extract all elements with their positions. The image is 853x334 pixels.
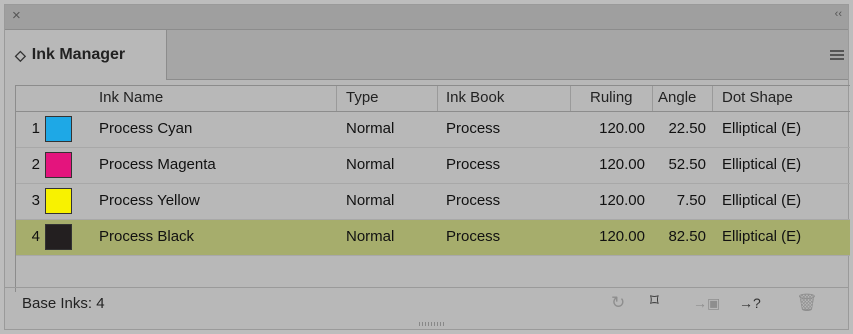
ink-name: Process Cyan — [99, 120, 193, 137]
ink-book: Process — [446, 120, 501, 137]
row-number: 4 — [31, 228, 40, 245]
ink-ruling: 120.00 — [599, 156, 645, 173]
base-inks-label: Base Inks: 4 — [22, 295, 105, 312]
table-row[interactable]: 1 Process Cyan Normal Process 120.00 22.50 Ell… — [16, 112, 850, 148]
tab-label: Ink Manager — [31, 46, 126, 63]
dot-shape: Elliptical (E) — [722, 228, 802, 245]
ink-type: Normal — [346, 192, 395, 209]
ink-name: Process Black — [99, 228, 195, 245]
ink-table: Ink Name Type Ink Book Ruling Angle Dot … — [15, 85, 850, 292]
panel-titlebar: × ‹‹ — [5, 5, 848, 30]
move-to-ink-icon[interactable]: →▣ — [693, 295, 720, 312]
artboard-icon[interactable]: ⌑ — [650, 291, 659, 311]
col-angle[interactable]: Angle — [658, 89, 696, 106]
row-number: 2 — [31, 156, 40, 173]
panel-footer: Base Inks: 4 ↻ ⌑ →▣ →? 🗑 — [5, 287, 848, 320]
col-ink-name[interactable]: Ink Name — [99, 89, 163, 106]
ink-name: Process Yellow — [99, 192, 200, 209]
ink-angle: 7.50 — [676, 192, 706, 209]
panel-menu-icon[interactable] — [830, 50, 844, 62]
unknown-ink-icon[interactable]: →? — [739, 295, 761, 311]
ink-ruling: 120.00 — [599, 120, 645, 137]
ink-swatch — [45, 224, 72, 250]
ink-swatch — [45, 188, 72, 214]
ink-book: Process — [446, 156, 501, 173]
ink-ruling: 120.00 — [599, 228, 645, 245]
ink-name: Process Magenta — [99, 156, 216, 173]
ink-swatch — [45, 116, 72, 142]
resize-grip[interactable] — [5, 319, 848, 329]
ink-book: Process — [446, 192, 501, 209]
table-row[interactable]: 2 Process Magenta Normal Process 120.00 52.50… — [16, 148, 850, 184]
tab-ink-manager[interactable]: ◇ Ink Manager — [5, 30, 167, 80]
dot-shape: Elliptical (E) — [722, 192, 802, 209]
col-type[interactable]: Type — [346, 89, 379, 106]
close-icon[interactable]: × — [12, 7, 21, 24]
dot-shape: Elliptical (E) — [722, 156, 802, 173]
ink-manager-panel: × ‹‹ ◇ Ink Manager Ink Name Type Ink Boo… — [4, 4, 850, 330]
ink-type: Normal — [346, 120, 395, 137]
ink-angle: 22.50 — [668, 120, 706, 137]
ink-angle: 82.50 — [668, 228, 706, 245]
row-number: 1 — [31, 120, 40, 137]
table-row[interactable]: 3 Process Yellow Normal Process 120.00 7.50 El… — [16, 184, 850, 220]
ink-angle: 52.50 — [668, 156, 706, 173]
ink-type: Normal — [346, 228, 395, 245]
trash-icon[interactable]: 🗑 — [796, 293, 818, 313]
col-ruling[interactable]: Ruling — [590, 89, 633, 106]
ink-book: Process — [446, 228, 501, 245]
collapse-icon[interactable]: ‹‹ — [835, 8, 842, 20]
refresh-icon[interactable]: ↻ — [611, 293, 625, 313]
ink-swatch — [45, 152, 72, 178]
row-number: 3 — [31, 192, 40, 209]
col-dot-shape[interactable]: Dot Shape — [722, 89, 793, 106]
table-header: Ink Name Type Ink Book Ruling Angle Dot … — [16, 86, 850, 112]
tab-row: ◇ Ink Manager — [5, 30, 848, 80]
table-row[interactable]: 4 Process Black Normal Process 120.00 82.50 El… — [16, 220, 850, 256]
dot-shape: Elliptical (E) — [722, 120, 802, 137]
ink-ruling: 120.00 — [599, 192, 645, 209]
ink-type: Normal — [346, 156, 395, 173]
col-ink-book[interactable]: Ink Book — [446, 89, 504, 106]
updown-icon: ◇ — [15, 46, 26, 63]
